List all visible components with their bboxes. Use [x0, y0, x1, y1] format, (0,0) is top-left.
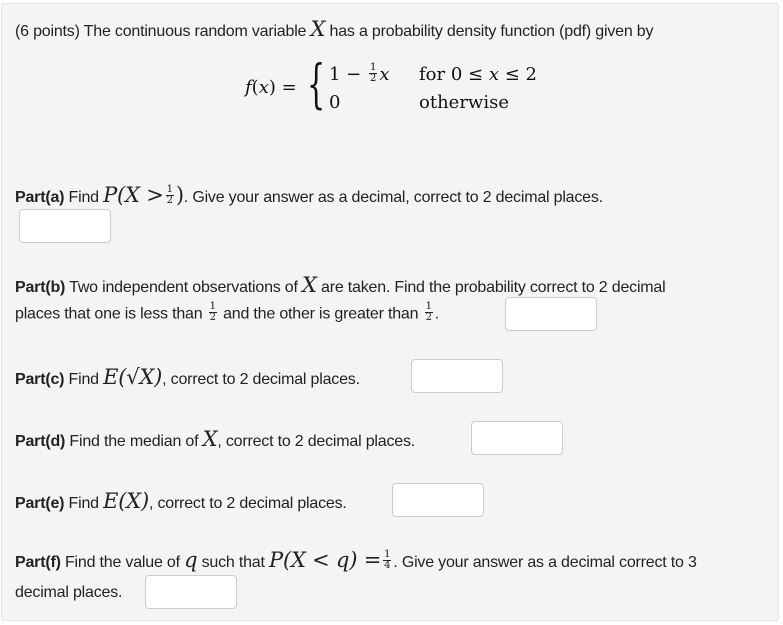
part-e-label: Part(e): [15, 495, 65, 512]
part-a-label: Part(a): [15, 189, 65, 206]
part-b-answer-input[interactable]: [505, 297, 597, 331]
part-a-text: Part(a) Find P(X >1 2). Give your answer …: [15, 183, 603, 207]
part-c-answer-input[interactable]: [411, 359, 503, 393]
part-e-answer-input[interactable]: [392, 483, 484, 517]
fraction-one-quarter: 14: [383, 549, 392, 572]
points-label: (6 points): [15, 23, 80, 40]
case1-expression: 1 − 12x: [329, 61, 390, 85]
fraction-one-half: 12: [208, 301, 217, 323]
case2-expression: 0: [329, 92, 341, 113]
part-f-label: Part(f): [15, 554, 61, 571]
intro-text-after: has a probability density function (pdf)…: [329, 23, 654, 40]
case2-condition: otherwise: [419, 92, 509, 113]
intro-text-before: The continuous random variable: [83, 23, 307, 40]
part-b-text-line2: places that one is less than 12 and the …: [15, 301, 439, 323]
part-a-answer-input[interactable]: [19, 209, 111, 243]
intro-text: (6 points) The continuous random variabl…: [15, 19, 653, 42]
part-d-label: Part(d): [15, 433, 66, 450]
part-d-text: Part(d) Find the median of X, correct to…: [15, 427, 416, 451]
part-f-text-line1: Part(f) Find the value of q such that P(…: [15, 548, 697, 572]
question-panel: (6 points) The continuous random variabl…: [1, 3, 779, 621]
formula-lhs: f(x) =: [245, 77, 297, 98]
case1-condition: for 0 ≤ x ≤ 2: [419, 64, 537, 85]
part-c-text: Part(c) Find E(√X), correct to 2 decimal…: [15, 365, 360, 389]
part-f-text-line2: decimal places.: [15, 584, 123, 601]
part-d-answer-input[interactable]: [471, 421, 563, 455]
left-brace: {: [307, 55, 326, 115]
part-f-answer-input[interactable]: [145, 575, 237, 609]
part-b-text-line1: Part(b) Two independent observations of …: [15, 273, 666, 297]
fraction-one-half: 12: [165, 184, 174, 207]
part-e-text: Part(e) Find E(X), correct to 2 decimal …: [15, 489, 347, 513]
part-b-label: Part(b): [15, 279, 66, 296]
fraction-one-half: 12: [369, 61, 378, 84]
fraction-one-half: 12: [424, 301, 433, 323]
part-c-label: Part(c): [15, 371, 65, 388]
var-x: X: [310, 17, 326, 41]
